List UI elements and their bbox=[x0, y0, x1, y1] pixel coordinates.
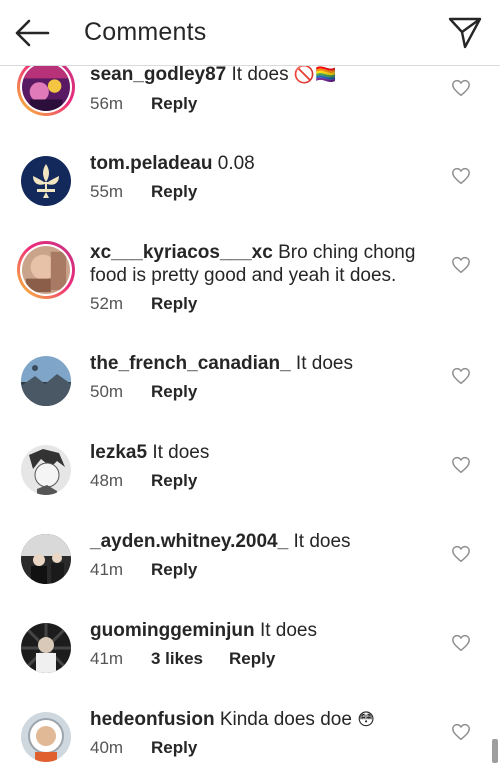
comment-body: 0.08 bbox=[217, 153, 255, 174]
direct-message-button[interactable] bbox=[447, 16, 483, 50]
comment-text: hedeonfusion Kinda does doe 😳 bbox=[90, 708, 440, 731]
heart-icon[interactable] bbox=[451, 367, 471, 385]
comment-body: It does bbox=[259, 620, 317, 641]
likes-count-button[interactable]: 3 likes bbox=[151, 649, 229, 669]
comment-username[interactable]: tom.peladeau bbox=[90, 153, 212, 174]
comment-time: 56m bbox=[90, 94, 124, 113]
comment-body: It does bbox=[293, 531, 351, 552]
heart-icon[interactable] bbox=[451, 167, 471, 185]
reply-button[interactable]: Reply bbox=[229, 649, 275, 669]
comment-row: xc___kyriacos___xc Bro ching chong food … bbox=[0, 241, 500, 351]
avatar-story-ring[interactable] bbox=[17, 241, 75, 299]
comment-text: tom.peladeau 0.08 bbox=[90, 152, 440, 175]
comment-meta: 52m Reply bbox=[90, 294, 197, 314]
reply-button[interactable]: Reply bbox=[151, 560, 197, 580]
comment-body: It does bbox=[295, 353, 353, 374]
avatar-frame[interactable] bbox=[17, 530, 75, 588]
avatar bbox=[21, 534, 71, 584]
comment-time: 48m bbox=[90, 471, 124, 490]
comment-meta: 48m Reply bbox=[90, 471, 197, 491]
comment-emoji: 😳 bbox=[357, 710, 375, 729]
avatar bbox=[22, 246, 70, 294]
back-button[interactable] bbox=[14, 17, 50, 49]
comment-row: _ayden.whitney.2004_ It does 41m Reply bbox=[0, 530, 500, 619]
avatar bbox=[21, 445, 71, 495]
paper-plane-icon bbox=[448, 17, 482, 49]
comment-body: It does bbox=[152, 442, 210, 463]
comments-list[interactable]: sean_godley87 It does 🚫🏳️‍🌈 56m Reply to… bbox=[0, 66, 500, 777]
comment-text: guominggeminjun It does bbox=[90, 619, 440, 642]
reply-button[interactable]: Reply bbox=[151, 382, 197, 402]
comment-username[interactable]: _ayden.whitney.2004_ bbox=[90, 531, 288, 552]
reply-button[interactable]: Reply bbox=[151, 294, 197, 314]
comment-emoji: 🚫🏳️‍🌈 bbox=[293, 66, 337, 84]
comment-username[interactable]: sean_godley87 bbox=[90, 66, 226, 85]
avatar bbox=[22, 66, 70, 111]
page-title: Comments bbox=[84, 18, 207, 46]
top-bar: Comments bbox=[0, 0, 500, 66]
avatar bbox=[21, 356, 71, 406]
comment-text: sean_godley87 It does 🚫🏳️‍🌈 bbox=[90, 66, 440, 86]
avatar-frame[interactable] bbox=[17, 441, 75, 499]
comment-row: guominggeminjun It does 41m 3 likes Repl… bbox=[0, 619, 500, 708]
reply-button[interactable]: Reply bbox=[151, 738, 197, 758]
scrollbar-thumb[interactable] bbox=[492, 739, 498, 763]
comment-row: hedeonfusion Kinda does doe 😳 40m Reply bbox=[0, 708, 500, 777]
comment-time: 50m bbox=[90, 382, 124, 401]
comment-meta: 41m Reply bbox=[90, 560, 197, 580]
arrow-left-icon bbox=[15, 19, 50, 47]
avatar-frame[interactable] bbox=[17, 352, 75, 410]
comment-time: 40m bbox=[90, 738, 124, 757]
heart-icon[interactable] bbox=[451, 723, 471, 741]
comment-username[interactable]: lezka5 bbox=[90, 442, 147, 463]
comment-username[interactable]: the_french_canadian_ bbox=[90, 353, 291, 374]
comment-time: 41m bbox=[90, 649, 124, 668]
comment-body: It does bbox=[231, 66, 289, 85]
comment-row: tom.peladeau 0.08 55m Reply bbox=[0, 152, 500, 241]
comment-row: sean_godley87 It does 🚫🏳️‍🌈 56m Reply bbox=[0, 66, 500, 135]
reply-button[interactable]: Reply bbox=[151, 471, 197, 491]
comment-time: 41m bbox=[90, 560, 124, 579]
comment-meta: 55m Reply bbox=[90, 182, 197, 202]
comment-meta: 41m 3 likes Reply bbox=[90, 649, 275, 669]
comment-text: _ayden.whitney.2004_ It does bbox=[90, 530, 440, 553]
comment-body: Kinda does doe bbox=[219, 709, 352, 730]
comment-time: 55m bbox=[90, 182, 124, 201]
comment-username[interactable]: hedeonfusion bbox=[90, 709, 215, 730]
comment-meta: 56m Reply bbox=[90, 94, 197, 114]
reply-button[interactable]: Reply bbox=[151, 94, 197, 114]
comment-text: xc___kyriacos___xc Bro ching chong food … bbox=[90, 241, 440, 287]
avatar bbox=[21, 623, 71, 673]
comment-text: lezka5 It does bbox=[90, 441, 440, 464]
comment-meta: 40m Reply bbox=[90, 738, 197, 758]
comment-row: lezka5 It does 48m Reply bbox=[0, 441, 500, 530]
comment-meta: 50m Reply bbox=[90, 382, 197, 402]
avatar bbox=[21, 156, 71, 206]
comment-text: the_french_canadian_ It does bbox=[90, 352, 440, 375]
comment-username[interactable]: xc___kyriacos___xc bbox=[90, 242, 273, 263]
reply-button[interactable]: Reply bbox=[151, 182, 197, 202]
avatar-frame[interactable] bbox=[17, 619, 75, 677]
comment-row: the_french_canadian_ It does 50m Reply bbox=[0, 352, 500, 441]
heart-icon[interactable] bbox=[451, 634, 471, 652]
avatar-frame[interactable] bbox=[17, 708, 75, 766]
avatar-frame[interactable] bbox=[17, 152, 75, 210]
avatar bbox=[21, 712, 71, 762]
heart-icon[interactable] bbox=[451, 545, 471, 563]
heart-icon[interactable] bbox=[451, 256, 471, 274]
heart-icon[interactable] bbox=[451, 79, 471, 97]
avatar-story-ring[interactable] bbox=[17, 66, 75, 116]
comment-username[interactable]: guominggeminjun bbox=[90, 620, 255, 641]
heart-icon[interactable] bbox=[451, 456, 471, 474]
comment-time: 52m bbox=[90, 294, 124, 313]
